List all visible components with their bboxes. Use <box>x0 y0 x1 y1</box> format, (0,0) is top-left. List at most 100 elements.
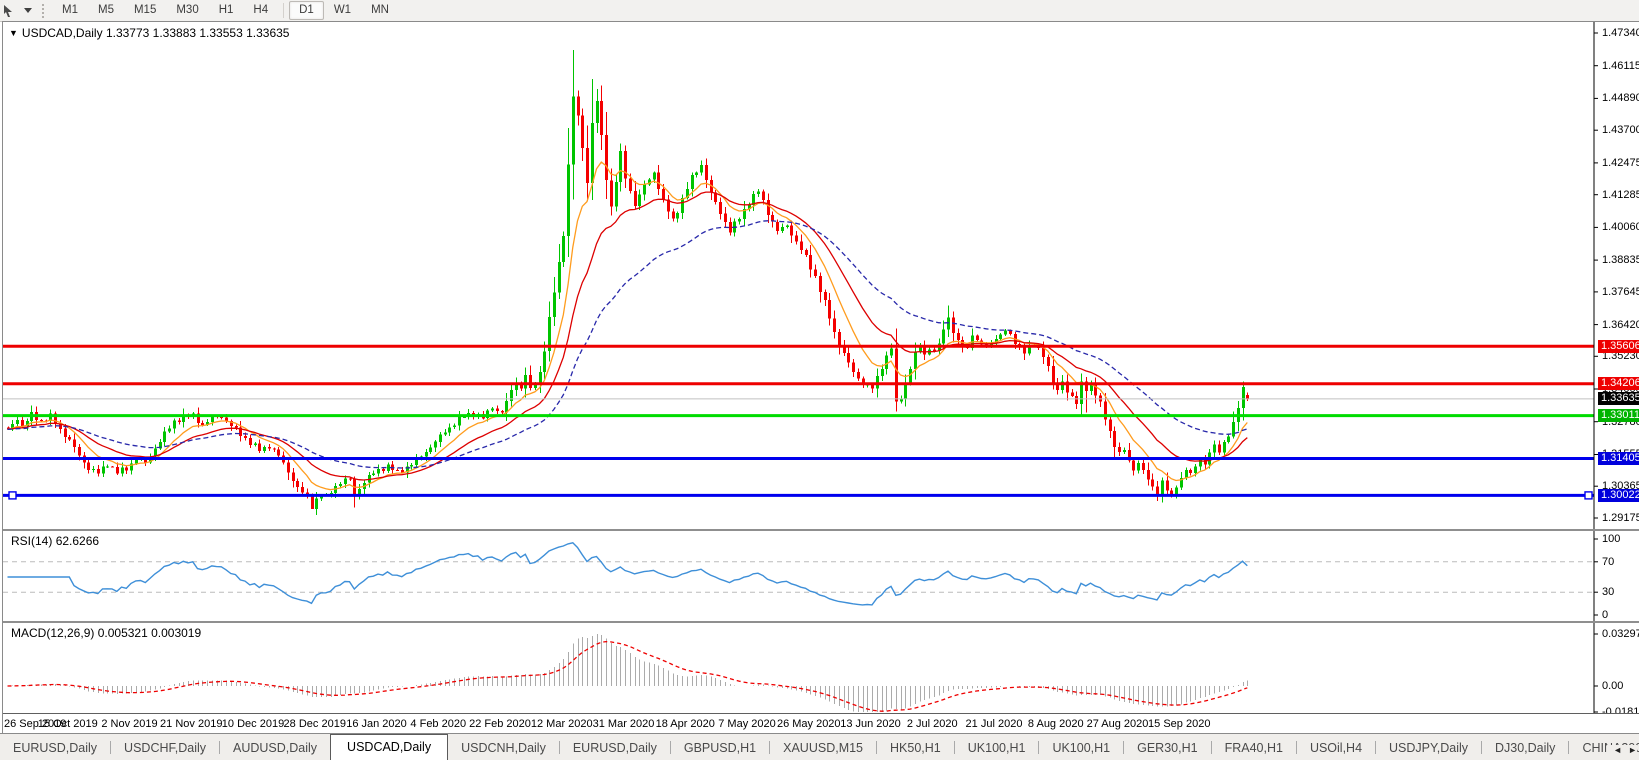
price-badge-1.33635: 1.33635 <box>1598 392 1639 406</box>
candlestick-canvas[interactable] <box>3 22 1639 529</box>
timeframe-button-mn[interactable]: MN <box>361 1 399 20</box>
macd-tick-label: 0.032972 <box>1602 628 1639 640</box>
ma-line-slow[interactable] <box>7 220 1248 469</box>
price-tick-label: 1.44890 <box>1602 92 1639 105</box>
date-tick-label: 7 May 2020 <box>718 718 776 730</box>
chart-tab-fra40-h1[interactable]: FRA40,H1 <box>1212 736 1296 760</box>
chart-tab-audusd-daily[interactable]: AUDUSD,Daily <box>220 736 330 760</box>
macd-canvas[interactable] <box>3 623 1639 713</box>
date-tick-label: 8 Aug 2020 <box>1027 718 1084 730</box>
macd-signal-line <box>7 640 1248 712</box>
mt4-window: M1 M5 M15 M30 H1 H4 D1 W1 MN ▼ USDCAD,Daily 1.337… <box>0 0 1639 760</box>
price-badge-1.30022: 1.30022 <box>1598 488 1639 502</box>
price-badge-1.34206: 1.34206 <box>1598 377 1639 391</box>
macd-label: MACD(12,26,9) 0.005321 0.003019 <box>11 626 202 640</box>
hline-selection-handle[interactable] <box>8 491 17 500</box>
price-tick-label: 1.42475 <box>1602 156 1639 169</box>
timeframe-button-m15[interactable]: M15 <box>124 1 166 20</box>
chart-tab-xauusd-m15[interactable]: XAUUSD,M15 <box>770 736 876 760</box>
timeframe-button-w1[interactable]: W1 <box>324 1 361 20</box>
date-tick-label: 15 Oct 2019 <box>37 718 98 730</box>
date-tick-label: 15 Sep 2020 <box>1148 718 1211 730</box>
rsi-panel[interactable]: RSI(14) 62.6266 100 70 30 0 <box>3 531 1639 621</box>
date-tick-label: 28 Dec 2019 <box>283 718 346 730</box>
timeframe-button-m1[interactable]: M1 <box>52 1 88 20</box>
rsi-value: 62.6266 <box>55 534 100 548</box>
symbol-name: USDCAD,Daily <box>21 26 103 40</box>
chart-tab-usoil-h4[interactable]: USOil,H4 <box>1297 736 1375 760</box>
ma-line-mid[interactable] <box>7 191 1248 481</box>
price-tick-label: 1.36420 <box>1602 318 1639 331</box>
macd-tick-label: 0.00 <box>1602 680 1624 692</box>
date-tick-label: 13 Jun 2020 <box>840 718 901 730</box>
macd-panel[interactable]: MACD(12,26,9) 0.005321 0.003019 0.032972… <box>3 623 1639 718</box>
price-badge-1.35606: 1.35606 <box>1598 339 1639 353</box>
chart-tab-dj30-daily[interactable]: DJ30,Daily <box>1482 736 1568 760</box>
timeframe-button-m5[interactable]: M5 <box>88 1 124 20</box>
price-tick-label: 1.40060 <box>1602 221 1639 234</box>
timeframe-buttons: M1 M5 M15 M30 H1 H4 D1 W1 MN <box>52 1 399 20</box>
chart-title: ▼ USDCAD,Daily 1.33773 1.33883 1.33553 1.… <box>9 26 289 40</box>
chart-tab-uk100-h1[interactable]: UK100,H1 <box>955 736 1039 760</box>
chart-tab-usdjpy-daily[interactable]: USDJPY,Daily <box>1376 736 1481 760</box>
toolbar-grip-handle[interactable] <box>42 3 44 18</box>
symbol-dropdown-icon[interactable]: ▼ <box>9 28 18 38</box>
chart-tab-eurusd-daily[interactable]: EURUSD,Daily <box>560 736 670 760</box>
rsi-tick-label: 0 <box>1602 609 1609 621</box>
date-tick-label: 26 May 2020 <box>776 718 841 730</box>
date-tick-label: 2 Nov 2019 <box>101 718 158 730</box>
rsi-label: RSI(14) 62.6266 <box>11 534 100 548</box>
chart-tab-ger30-h1[interactable]: GER30,H1 <box>1124 736 1210 760</box>
rsi-line <box>7 542 1248 606</box>
timeframe-button-h4[interactable]: H4 <box>243 1 278 20</box>
date-tick-label: 16 Jan 2020 <box>346 718 407 730</box>
date-tick-label: 21 Nov 2019 <box>160 718 223 730</box>
price-tick-label: 1.47340 <box>1602 27 1639 39</box>
macd-values: 0.005321 0.003019 <box>97 626 202 640</box>
date-tick-label: 27 Aug 2020 <box>1086 718 1149 730</box>
price-tick-label: 1.46115 <box>1602 59 1639 72</box>
price-tick-label: 1.29175 <box>1602 512 1639 524</box>
timeframe-button-m30[interactable]: M30 <box>166 1 208 20</box>
tab-scroll-arrows: ◄ ► <box>1607 745 1637 755</box>
ohlc-values: 1.33773 1.33883 1.33553 1.33635 <box>105 26 290 40</box>
chart-tab-hk50-h1[interactable]: HK50,H1 <box>877 736 954 760</box>
chart-tab-usdcnh-daily[interactable]: USDCNH,Daily <box>448 736 559 760</box>
chevron-down-icon[interactable] <box>24 8 32 13</box>
date-tick-label: 22 Feb 2020 <box>469 718 531 730</box>
chart-tab-usdchf-daily[interactable]: USDCHF,Daily <box>111 736 219 760</box>
date-tick-label: 18 Apr 2020 <box>655 718 715 730</box>
price-chart-panel[interactable]: ▼ USDCAD,Daily 1.33773 1.33883 1.33553 1.… <box>3 22 1639 529</box>
date-tick-label: 21 Jul 2020 <box>965 718 1023 730</box>
toolbar-separator <box>283 3 285 18</box>
price-tick-label: 1.43700 <box>1602 124 1639 137</box>
timeframe-toolbar: M1 M5 M15 M30 H1 H4 D1 W1 MN <box>0 0 1639 22</box>
timeframe-button-d1[interactable]: D1 <box>289 1 324 20</box>
date-tick-label: 10 Dec 2019 <box>221 718 285 730</box>
tab-scroll-right-icon[interactable]: ► <box>1628 745 1637 755</box>
price-tick-label: 1.38835 <box>1602 254 1639 267</box>
rsi-canvas[interactable] <box>3 531 1639 621</box>
chart-tab-eurusd-daily[interactable]: EURUSD,Daily <box>0 736 110 760</box>
cursor-tool-icon[interactable] <box>2 4 16 18</box>
chart-tab-gbpusd-h1[interactable]: GBPUSD,H1 <box>671 736 769 760</box>
price-tick-label: 1.37645 <box>1602 285 1639 298</box>
date-tick-label: 31 Mar 2020 <box>592 718 655 730</box>
price-badge-1.33011: 1.33011 <box>1598 409 1639 423</box>
chart-tab-usdcad-daily[interactable]: USDCAD,Daily <box>330 734 449 760</box>
chart-window: ▼ USDCAD,Daily 1.33773 1.33883 1.33553 1.… <box>2 21 1639 734</box>
date-tick-label: 2 Jul 2020 <box>906 718 958 730</box>
hline-selection-handle[interactable] <box>1584 491 1593 500</box>
candles <box>7 50 1249 515</box>
time-axis[interactable]: 26 Sep 2019 15 Oct 2019 2 Nov 2019 21 Nov 2… <box>3 714 1639 734</box>
chart-tab-bar: EURUSD,Daily USDCHF,Daily AUDUSD,Daily USDC… <box>0 733 1639 760</box>
rsi-tick-label: 100 <box>1602 533 1621 545</box>
price-tick-label: 1.41285 <box>1602 188 1639 201</box>
timeframe-button-h1[interactable]: H1 <box>209 1 244 20</box>
date-tick-label: 4 Feb 2020 <box>410 718 467 730</box>
rsi-tick-label: 70 <box>1602 555 1615 568</box>
rsi-tick-label: 30 <box>1602 586 1615 599</box>
tab-scroll-left-icon[interactable]: ◄ <box>1613 745 1622 755</box>
price-badge-1.31405: 1.31405 <box>1598 451 1639 465</box>
chart-tab-uk100-h1[interactable]: UK100,H1 <box>1039 736 1123 760</box>
